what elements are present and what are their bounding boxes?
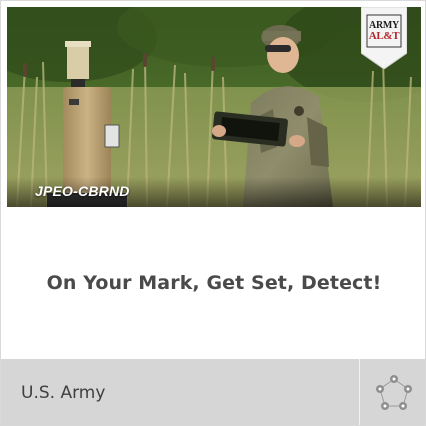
photo-caption-bar: JPEO-CBRND xyxy=(7,177,421,207)
army-alt-logo: ARMY AL&T xyxy=(361,7,407,69)
title-area: On Your Mark, Get Set, Detect! xyxy=(1,207,425,359)
card-footer: U.S. Army xyxy=(1,359,425,425)
source-label[interactable]: U.S. Army xyxy=(21,383,105,403)
cbrn-hazard-symbols-icon xyxy=(373,373,415,415)
article-title[interactable]: On Your Mark, Get Set, Detect! xyxy=(37,272,392,294)
logo-text-alt: AL&T xyxy=(368,30,400,42)
article-photo[interactable]: ARMY AL&T JPEO-CBRND xyxy=(7,7,421,207)
photo-credit: JPEO-CBRND xyxy=(35,183,130,199)
article-card[interactable]: ARMY AL&T JPEO-CBRND On Your Mark, Get S… xyxy=(0,0,426,426)
footer-divider xyxy=(359,359,360,425)
